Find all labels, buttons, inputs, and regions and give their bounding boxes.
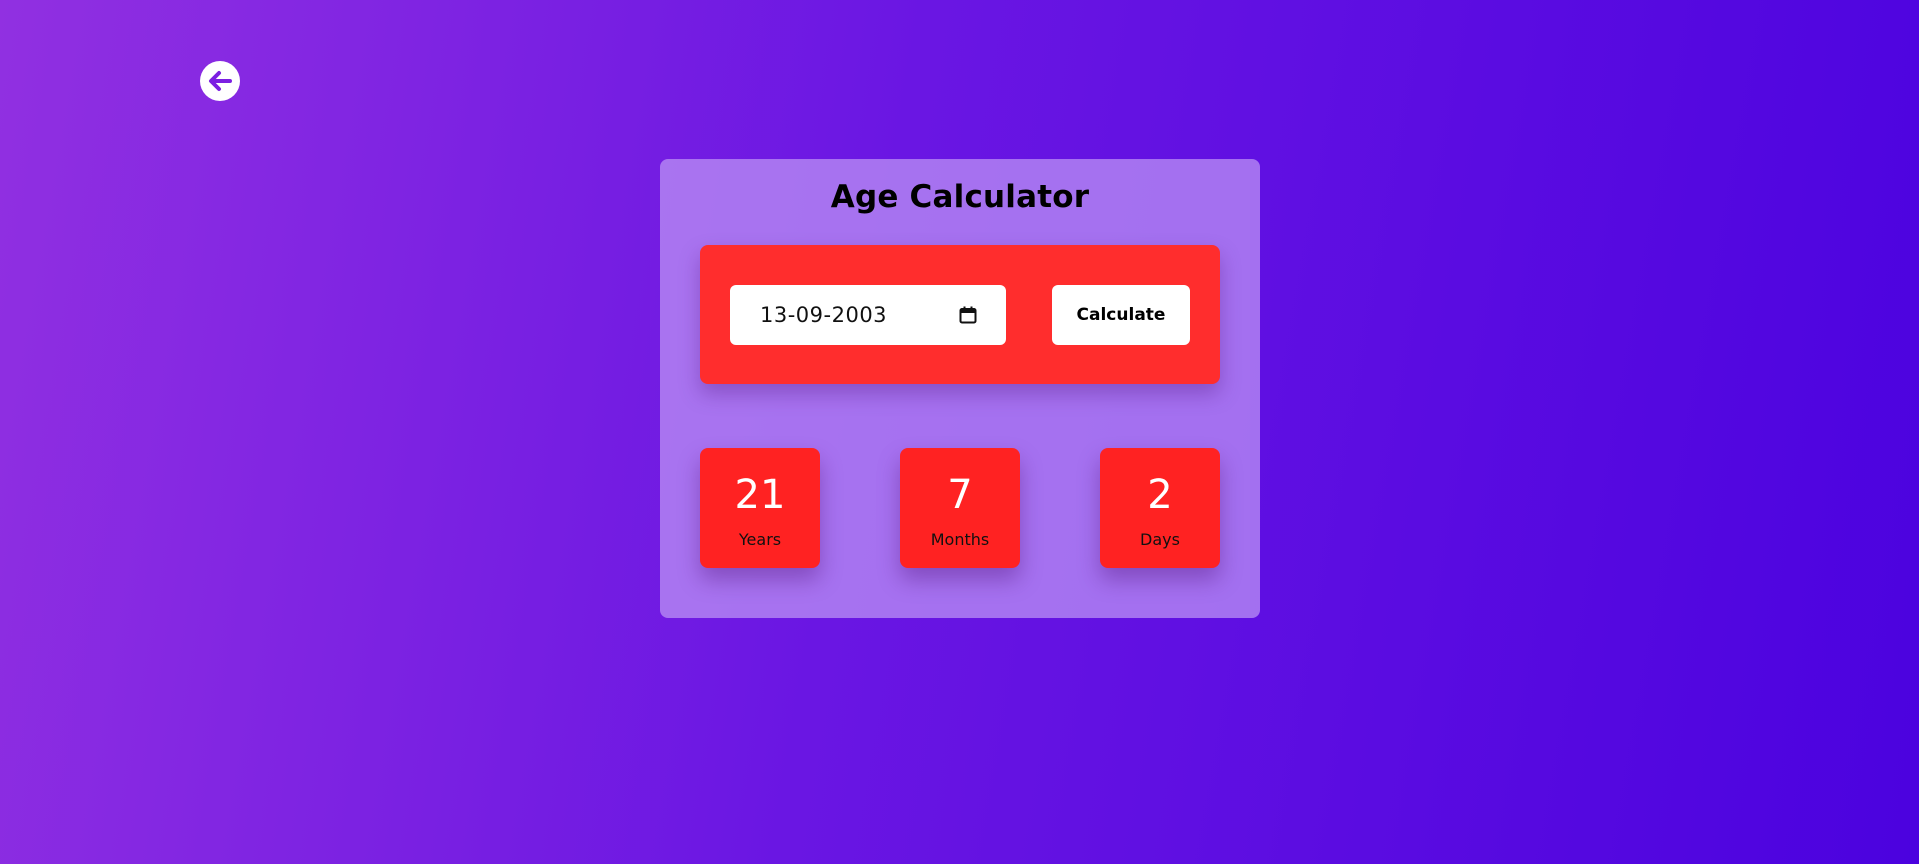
days-result: 2 Days: [1100, 448, 1220, 568]
years-value: 21: [734, 472, 786, 518]
back-button[interactable]: [200, 61, 240, 101]
months-label: Months: [930, 530, 990, 549]
page-title: Age Calculator: [830, 179, 1090, 215]
input-panel: 13-09-2003 Calculate: [700, 245, 1220, 384]
calculate-button[interactable]: Calculate: [1052, 285, 1190, 345]
birthdate-input[interactable]: 13-09-2003: [730, 285, 1006, 345]
months-result: 7 Months: [900, 448, 1020, 568]
arrow-left-icon: [209, 71, 232, 91]
months-value: 7: [947, 472, 973, 518]
calendar-icon[interactable]: [958, 305, 978, 325]
days-value: 2: [1147, 472, 1173, 518]
years-label: Years: [738, 530, 782, 549]
years-result: 21 Years: [700, 448, 820, 568]
days-label: Days: [1140, 530, 1180, 549]
birthdate-value: 13-09-2003: [760, 303, 888, 327]
age-calculator-card: Age Calculator 13-09-2003 Calculate 21 Y…: [660, 159, 1260, 618]
